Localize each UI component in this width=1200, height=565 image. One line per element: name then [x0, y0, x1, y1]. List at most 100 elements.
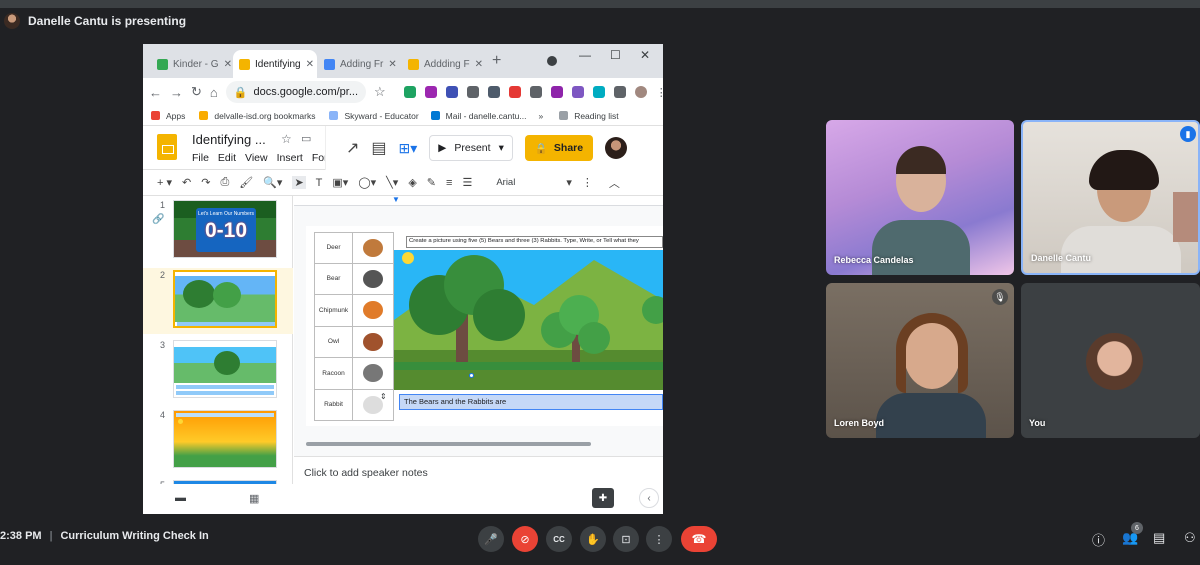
rotate-handle[interactable]: [469, 373, 474, 378]
menu-file[interactable]: File: [192, 152, 209, 164]
print-icon[interactable]: ⎙: [220, 176, 229, 189]
chevron-down-icon[interactable]: ▾: [499, 142, 504, 154]
slide-thumb-4[interactable]: [173, 410, 277, 468]
pdf-extension-icon[interactable]: [508, 85, 521, 98]
document-title[interactable]: Identifying ...: [192, 132, 266, 147]
meeting-details-icon[interactable]: ⓘ: [1092, 530, 1105, 549]
forward-icon[interactable]: →: [170, 85, 183, 100]
bookmarks-more[interactable]: »: [538, 111, 543, 121]
zoom-icon[interactable]: 🔍▾: [263, 176, 282, 189]
browser-tab-4[interactable]: Addding F ✕: [402, 50, 486, 78]
present-now-button[interactable]: ⊡: [613, 526, 639, 552]
leave-call-button[interactable]: ☎: [681, 526, 717, 552]
tab-search-icon[interactable]: [547, 56, 557, 66]
close-icon[interactable]: ✕: [475, 59, 483, 70]
border-color-icon[interactable]: ✎: [427, 176, 436, 189]
image-icon[interactable]: ▣▾: [332, 176, 348, 189]
kebab-menu-icon[interactable]: ⋮: [656, 86, 663, 99]
explore-icon[interactable]: ✚: [592, 488, 614, 508]
share-button[interactable]: 🔒 Share: [524, 135, 594, 161]
answer-text-box[interactable]: The Bears and the Rabbits are: [399, 394, 663, 410]
extension-icon[interactable]: [445, 85, 458, 98]
mute-tab-icon[interactable]: [466, 85, 479, 98]
bookmark-star-icon[interactable]: ☆: [374, 84, 386, 100]
shape-icon[interactable]: ◯▾: [358, 176, 376, 189]
new-tab-button[interactable]: +: [492, 52, 501, 70]
extension-icon[interactable]: [592, 85, 605, 98]
camera-off-button[interactable]: ⊘: [512, 526, 538, 552]
font-family-select[interactable]: Arial: [496, 177, 556, 188]
raise-hand-button[interactable]: ✋: [580, 526, 606, 552]
address-bar[interactable]: 🔒 docs.google.com/pr...: [225, 81, 367, 103]
participant-tile-you[interactable]: You: [1021, 283, 1200, 438]
chevron-left-icon[interactable]: ‹: [639, 488, 659, 508]
reading-list-link[interactable]: Reading list: [574, 111, 618, 121]
chat-icon[interactable]: ▤: [1153, 530, 1165, 546]
bookmark-mail[interactable]: Mail - danelle.cantu...: [446, 111, 527, 121]
menu-edit[interactable]: Edit: [218, 152, 236, 164]
slide-thumb-3[interactable]: [173, 340, 277, 398]
minimize-icon[interactable]: —: [579, 48, 591, 62]
grid-view-icon[interactable]: ▦: [249, 492, 259, 505]
activity-trend-icon[interactable]: ↗: [346, 138, 359, 158]
extension-icon[interactable]: [403, 85, 416, 98]
extension-icon[interactable]: [424, 85, 437, 98]
participant-tile-rebecca[interactable]: Rebecca Candelas: [826, 120, 1014, 275]
activities-icon[interactable]: ⚇: [1184, 530, 1196, 546]
paint-format-icon[interactable]: 🖌: [239, 176, 253, 189]
select-cursor-icon[interactable]: ➤: [292, 176, 306, 189]
menu-view[interactable]: View: [245, 152, 268, 164]
horizontal-scrollbar[interactable]: [306, 442, 591, 446]
new-slide-icon[interactable]: ⊞▾: [399, 140, 418, 157]
microphone-button[interactable]: 🎤: [478, 526, 504, 552]
star-icon[interactable]: ☆: [281, 132, 292, 146]
border-dash-icon[interactable]: ☰: [462, 176, 472, 189]
close-icon[interactable]: ✕: [388, 59, 396, 70]
more-options-button[interactable]: ⋮: [646, 526, 672, 552]
close-icon[interactable]: ✕: [224, 59, 232, 70]
browser-tab-3[interactable]: Adding Fr ✕: [318, 50, 402, 78]
speaker-notes[interactable]: Click to add speaker notes ✚ ‹: [294, 456, 663, 514]
reload-icon[interactable]: ↻: [191, 84, 202, 100]
notes-resize-handle[interactable]: • • •: [518, 442, 528, 448]
home-icon[interactable]: ⌂: [210, 85, 218, 100]
move-folder-icon[interactable]: ▭: [301, 132, 311, 145]
present-button[interactable]: ▶ Present ▾: [429, 135, 513, 161]
back-icon[interactable]: ←: [149, 85, 162, 100]
puzzle-icon[interactable]: [613, 85, 626, 98]
participant-tile-danelle[interactable]: ▮ Danelle Cantu: [1021, 120, 1200, 275]
add-slide-icon[interactable]: + ▾: [157, 176, 172, 189]
profile-avatar[interactable]: [634, 85, 647, 98]
text-box-icon[interactable]: T: [316, 177, 323, 189]
account-avatar[interactable]: [605, 137, 628, 159]
fill-color-icon[interactable]: ◈: [408, 176, 416, 189]
extension-icon[interactable]: [571, 85, 584, 98]
more-options-icon[interactable]: ⋮: [582, 176, 593, 189]
chevron-down-icon[interactable]: ▾: [566, 176, 572, 189]
captions-button[interactable]: CC: [546, 526, 572, 552]
redo-icon[interactable]: ↷: [201, 176, 210, 189]
window-close-icon[interactable]: ✕: [640, 48, 650, 62]
undo-icon[interactable]: ↶: [182, 176, 191, 189]
bookmark-delvalle[interactable]: delvalle-isd.org bookmarks: [214, 111, 315, 121]
extension-icon[interactable]: [487, 85, 500, 98]
border-weight-icon[interactable]: ≡: [446, 177, 452, 189]
browser-tab-2[interactable]: Identifying ✕: [233, 50, 317, 78]
slide-thumb-2[interactable]: [173, 270, 277, 328]
bookmark-skyward[interactable]: Skyward - Educator: [344, 111, 418, 121]
close-icon[interactable]: ✕: [306, 59, 314, 70]
ruler-indent-marker[interactable]: ▼: [392, 195, 400, 204]
comment-icon[interactable]: ▤: [371, 138, 386, 158]
bookmark-apps[interactable]: Apps: [166, 111, 185, 121]
line-icon[interactable]: ╲▾: [386, 176, 398, 189]
browser-tab-1[interactable]: Kinder - G ✕: [151, 50, 233, 78]
extension-icon[interactable]: [529, 85, 542, 98]
list-view-icon[interactable]: ▬: [175, 492, 186, 504]
menu-insert[interactable]: Insert: [277, 152, 303, 164]
extension-icon[interactable]: [550, 85, 563, 98]
slides-logo-icon[interactable]: [157, 134, 177, 160]
collapse-toolbar-icon[interactable]: ︿: [609, 175, 620, 191]
maximize-icon[interactable]: ☐: [610, 48, 621, 62]
slide-thumb-1[interactable]: Let's Learn Our Numbers 0-10: [173, 200, 277, 258]
participant-tile-loren[interactable]: 🎙 Loren Boyd: [826, 283, 1014, 438]
